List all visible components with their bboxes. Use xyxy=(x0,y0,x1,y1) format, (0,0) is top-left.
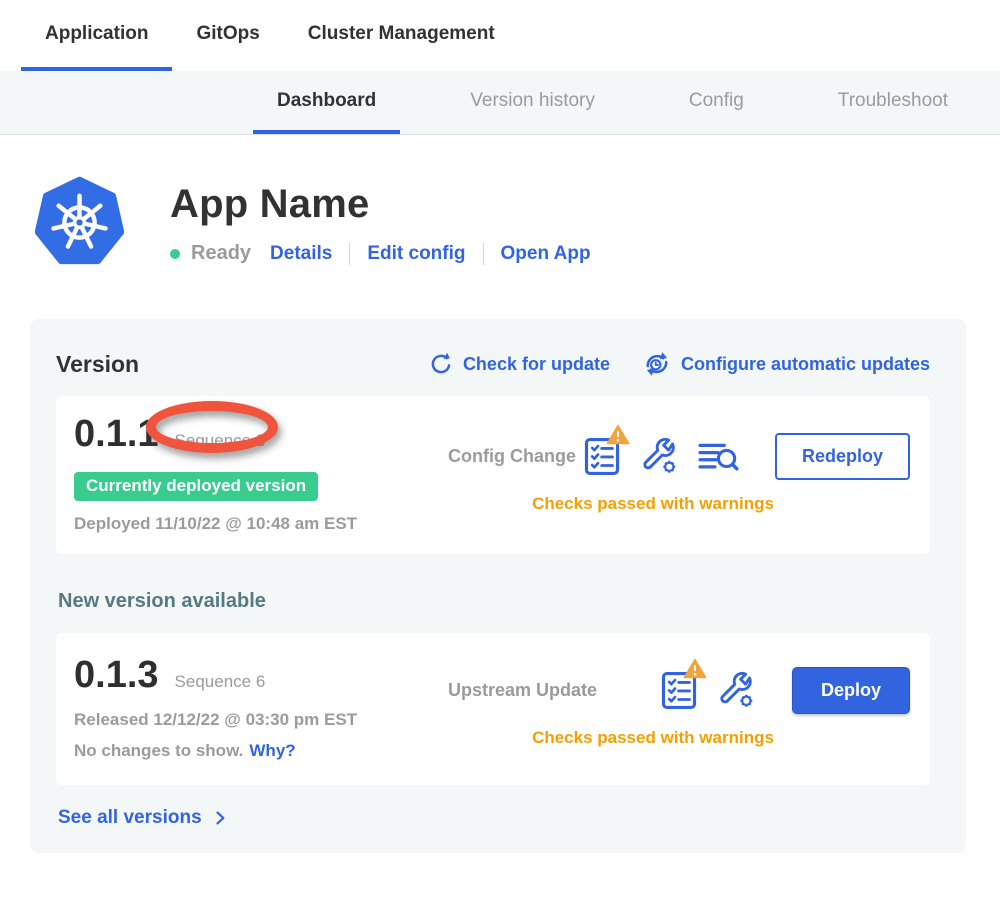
version-panel: Version Check for update Configure xyxy=(30,319,966,853)
tab-label: Config xyxy=(689,90,744,112)
preflight-checks-icon[interactable] xyxy=(660,669,698,711)
available-version-number: 0.1.3 xyxy=(74,654,159,697)
open-app-link[interactable]: Open App xyxy=(501,243,591,265)
ready-status-dot-icon xyxy=(170,249,180,259)
configure-automatic-updates-label: Configure automatic updates xyxy=(681,354,930,375)
tab-label: Troubleshoot xyxy=(838,90,948,112)
redeploy-button[interactable]: Redeploy xyxy=(775,433,910,480)
version-section-title: Version xyxy=(56,351,139,378)
tab-troubleshoot[interactable]: Troubleshoot xyxy=(814,71,972,134)
new-version-heading: New version available xyxy=(58,590,930,613)
view-diff-icon[interactable] xyxy=(697,438,739,474)
kubernetes-logo-icon xyxy=(35,176,124,269)
check-for-update-link[interactable]: Check for update xyxy=(428,351,610,377)
released-timestamp: Released 12/12/22 @ 03:30 pm EST xyxy=(74,710,396,730)
current-version-number: 0.1.1 xyxy=(74,413,159,456)
top-nav-item-gitops[interactable]: GitOps xyxy=(172,0,283,71)
top-nav-label: Cluster Management xyxy=(308,23,495,45)
warning-triangle-icon xyxy=(683,658,707,679)
currently-deployed-badge: Currently deployed version xyxy=(74,472,318,501)
tab-config[interactable]: Config xyxy=(665,71,768,134)
tab-label: Version history xyxy=(470,90,595,112)
config-wrench-icon[interactable] xyxy=(716,669,756,711)
see-all-versions-link[interactable]: See all versions xyxy=(58,807,930,829)
current-checks-status: Checks passed with warnings xyxy=(396,494,910,514)
app-name-title: App Name xyxy=(170,182,591,227)
top-nav-item-application[interactable]: Application xyxy=(21,0,172,71)
tab-dashboard[interactable]: Dashboard xyxy=(253,71,400,134)
divider xyxy=(483,243,484,265)
available-source-label: Upstream Update xyxy=(448,680,597,701)
available-checks-status: Checks passed with warnings xyxy=(396,728,910,748)
top-nav-label: GitOps xyxy=(196,23,259,45)
current-version-card: 0.1.1 Sequence 3 Currently deployed vers… xyxy=(56,396,930,554)
tab-version-history[interactable]: Version history xyxy=(446,71,619,134)
preflight-checks-icon[interactable] xyxy=(583,435,621,477)
details-link[interactable]: Details xyxy=(270,243,332,265)
tab-label: Dashboard xyxy=(277,90,376,112)
current-sequence-label: Sequence 3 xyxy=(175,431,266,450)
configure-automatic-updates-link[interactable]: Configure automatic updates xyxy=(642,349,930,379)
divider xyxy=(349,243,350,265)
edit-config-link[interactable]: Edit config xyxy=(367,243,465,265)
why-link[interactable]: Why? xyxy=(249,741,295,760)
see-all-versions-label: See all versions xyxy=(58,807,202,829)
available-sequence-label: Sequence 6 xyxy=(175,672,266,691)
top-nav-item-cluster-management[interactable]: Cluster Management xyxy=(284,0,519,71)
status-label: Ready xyxy=(191,242,251,265)
config-wrench-icon[interactable] xyxy=(639,435,679,477)
current-source-label: Config Change xyxy=(448,446,576,467)
top-nav: Application GitOps Cluster Management xyxy=(0,0,1000,71)
warning-triangle-icon xyxy=(606,424,630,445)
top-nav-label: Application xyxy=(45,23,148,45)
deploy-button[interactable]: Deploy xyxy=(792,667,910,714)
no-changes-note: No changes to show. xyxy=(74,741,243,760)
app-header: App Name Ready Details Edit config Open … xyxy=(35,176,1000,269)
sub-nav: Dashboard Version history Config Trouble… xyxy=(0,71,1000,135)
check-for-update-label: Check for update xyxy=(463,354,610,375)
chevron-right-icon xyxy=(210,808,230,828)
available-version-card: 0.1.3 Sequence 6 Released 12/12/22 @ 03:… xyxy=(56,633,930,785)
refresh-icon xyxy=(428,351,454,377)
schedule-update-icon xyxy=(642,349,672,379)
deployed-timestamp: Deployed 11/10/22 @ 10:48 am EST xyxy=(74,514,396,534)
